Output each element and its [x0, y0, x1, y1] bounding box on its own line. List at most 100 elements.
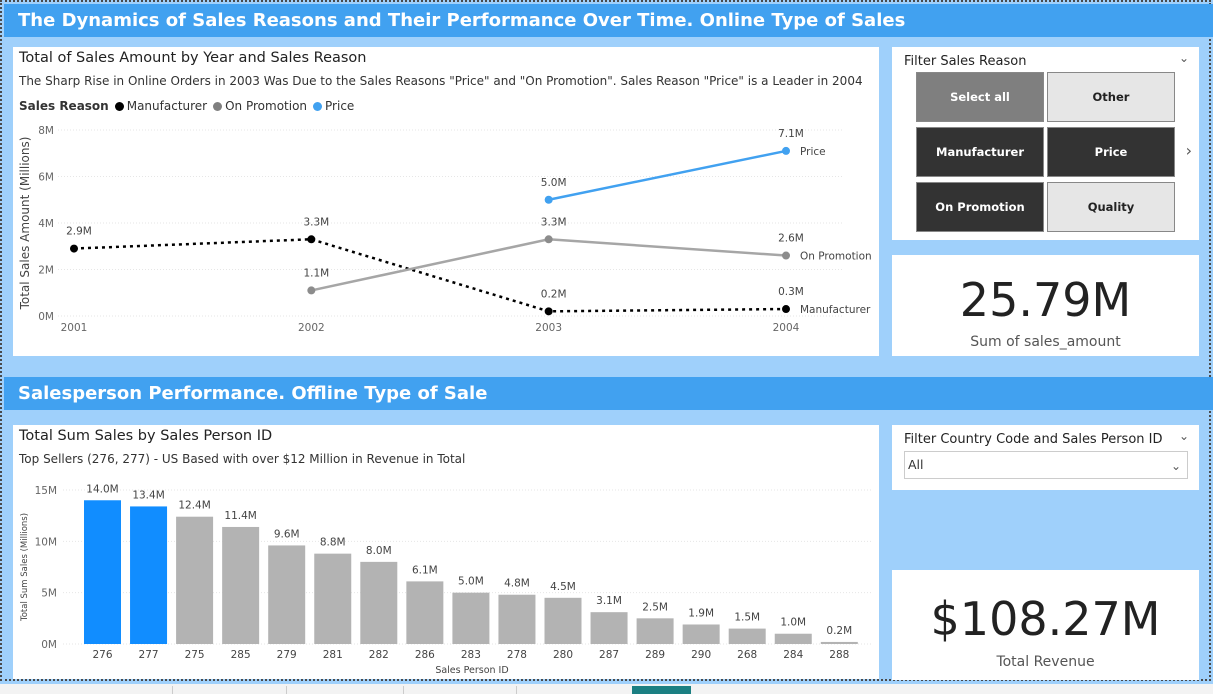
bar-280	[544, 597, 582, 644]
bar-281	[314, 553, 352, 644]
slicer-tile-manufacturer[interactable]: Manufacturer	[916, 127, 1044, 177]
bar-286	[406, 581, 444, 644]
data-label: 0.2M	[541, 288, 567, 300]
bar-277	[130, 506, 168, 644]
country-slicer[interactable]: Filter Country Code and Sales Person ID …	[892, 425, 1199, 490]
page-tab-active[interactable]	[632, 686, 691, 694]
bar-282	[360, 561, 398, 644]
kpi-label: Sum of sales_amount	[970, 334, 1121, 350]
data-label: 2.9M	[66, 226, 92, 238]
data-label: 1.5M	[734, 612, 760, 624]
series-end-label: On Promotion	[800, 251, 872, 263]
bar-275	[176, 516, 214, 644]
chevron-right-icon[interactable]: ›	[1186, 141, 1192, 160]
series-line-manufacturer	[73, 238, 787, 313]
country-dropdown[interactable]: All ⌄	[904, 451, 1188, 479]
x-axis-label: Sales Person ID	[435, 665, 508, 676]
y-tick-label: 15M	[35, 485, 57, 497]
data-point-on-promotion	[307, 286, 316, 295]
x-tick-label: 284	[783, 649, 803, 661]
series-end-label: Manufacturer	[800, 304, 871, 316]
kpi-value: 25.79M	[959, 273, 1132, 327]
x-tick-label: 279	[277, 649, 297, 661]
slicer-title: Filter Sales Reason	[904, 54, 1027, 69]
data-label: 2.6M	[778, 233, 804, 245]
data-label: 6.1M	[412, 564, 438, 576]
x-tick-label: 2003	[535, 322, 562, 334]
page-tab[interactable]	[516, 686, 631, 694]
kpi-label: Total Revenue	[996, 654, 1095, 670]
y-axis-label: Total Sum Sales (Millions)	[20, 513, 30, 622]
x-tick-label: 290	[691, 649, 711, 661]
slicer-tile-on-promotion[interactable]: On Promotion	[916, 182, 1044, 232]
chevron-down-icon: ⌄	[1170, 459, 1181, 473]
data-label: 3.3M	[541, 216, 567, 228]
data-point-price	[544, 195, 553, 204]
data-label: 5.0M	[541, 177, 567, 189]
data-label: 4.5M	[550, 581, 576, 593]
bar-284	[774, 633, 812, 644]
slicer-title: Filter Country Code and Sales Person ID	[904, 432, 1163, 447]
slicer-tile-quality[interactable]: Quality	[1047, 182, 1175, 232]
x-tick-label: 285	[231, 649, 251, 661]
data-label: 5.0M	[458, 576, 484, 588]
page-tab[interactable]	[172, 686, 286, 694]
data-label: 7.1M	[778, 128, 804, 140]
slicer-tile-price[interactable]: Price	[1047, 127, 1175, 177]
bar-278	[498, 594, 536, 644]
data-label: 0.2M	[826, 625, 852, 637]
bar-283	[452, 592, 490, 644]
data-label: 1.0M	[780, 617, 806, 629]
y-tick-label: 0M	[38, 311, 54, 323]
y-tick-label: 8M	[38, 125, 54, 137]
data-label: 1.1M	[303, 267, 329, 279]
data-label: 2.5M	[642, 601, 668, 613]
line-chart-plot[interactable]: 0M 2M 4M 6M 8M 2001 2002 2003 2004 Total Sales Am…	[13, 47, 879, 356]
x-tick-label: 281	[323, 649, 343, 661]
bar-289	[636, 618, 674, 644]
page-tab[interactable]	[403, 686, 516, 694]
data-label: 0.3M	[778, 286, 804, 298]
chevron-down-icon[interactable]: ⌄	[1179, 51, 1189, 65]
section-banner-offline: Salesperson Performance. Offline Type of…	[4, 377, 1213, 410]
series-end-label: Price	[800, 146, 826, 158]
x-tick-label: 280	[553, 649, 573, 661]
dropdown-value: All	[908, 457, 924, 472]
data-point-on-promotion	[782, 251, 790, 260]
slicer-tile-other[interactable]: Other	[1047, 72, 1175, 122]
x-tick-label: 268	[737, 649, 757, 661]
x-tick-label: 2004	[773, 322, 800, 334]
series-line-price	[548, 149, 787, 201]
data-point-price	[782, 146, 790, 155]
kpi-total-revenue: $108.27M Total Revenue	[892, 570, 1199, 680]
data-label: 9.6M	[274, 528, 300, 540]
data-label: 4.8M	[504, 578, 530, 590]
data-label: 3.1M	[596, 595, 622, 607]
x-tick-label: 282	[369, 649, 389, 661]
x-tick-label: 2001	[61, 322, 88, 334]
x-tick-label: 287	[599, 649, 619, 661]
x-tick-label: 288	[829, 649, 849, 661]
section-banner-online: The Dynamics of Sales Reasons and Their …	[4, 4, 1213, 37]
bar-268	[728, 628, 766, 644]
y-tick-label: 4M	[38, 218, 54, 230]
data-point-manufacturer	[782, 305, 790, 314]
bar-chart-card[interactable]: Total Sum Sales by Sales Person ID Top S…	[13, 425, 879, 679]
x-tick-label: 283	[461, 649, 481, 661]
chevron-down-icon[interactable]: ⌄	[1179, 429, 1189, 443]
x-tick-label: 276	[92, 649, 112, 661]
x-tick-label: 286	[415, 649, 435, 661]
x-tick-label: 275	[185, 649, 205, 661]
page-tab[interactable]	[286, 686, 403, 694]
bar-287	[590, 612, 628, 644]
data-label: 3.3M	[303, 216, 329, 228]
line-chart-card[interactable]: Total of Sales Amount by Year and Sales …	[13, 47, 879, 356]
y-tick-label: 10M	[35, 536, 57, 548]
kpi-sales-amount: 25.79M Sum of sales_amount	[892, 255, 1199, 356]
sales-reason-slicer[interactable]: Filter Sales Reason ⌄ Select all Other M…	[892, 47, 1199, 240]
slicer-tile-select-all[interactable]: Select all	[916, 72, 1044, 122]
data-point-manufacturer	[544, 307, 553, 316]
data-label: 14.0M	[86, 483, 118, 495]
data-label: 8.8M	[320, 537, 346, 549]
bar-chart-plot[interactable]: 0M 5M 10M 15M Total Sum Sales (Millions) Sale…	[13, 425, 879, 679]
